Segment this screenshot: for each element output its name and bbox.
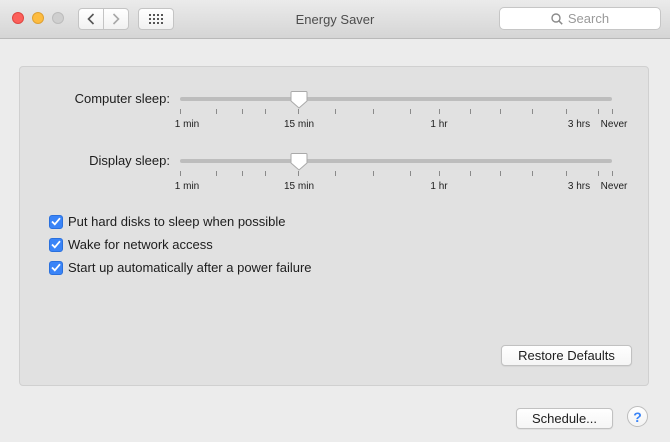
slider-tick-label: 3 hrs <box>567 181 591 192</box>
toolbar: Energy Saver Search <box>0 0 670 39</box>
slider-tick-label: 15 min <box>283 119 315 130</box>
slider-tick <box>265 109 266 114</box>
settings-panel: Computer sleep: Display sleep: Put hard … <box>19 66 649 386</box>
slider-tick <box>335 109 336 114</box>
wake-network-checkbox[interactable] <box>49 237 63 252</box>
help-icon: ? <box>633 408 642 425</box>
hard-disk-sleep-checkbox[interactable] <box>49 214 63 229</box>
search-placeholder: Search <box>567 11 610 26</box>
slider-track[interactable] <box>180 159 612 163</box>
slider-tick-label: 1 hr <box>430 119 448 130</box>
slider-tick-label: Never <box>600 119 628 130</box>
slider-tick <box>216 109 217 114</box>
slider-tick <box>335 171 336 176</box>
restore-defaults-button[interactable]: Restore Defaults <box>501 345 632 366</box>
power-failure-startup-option[interactable]: Start up automatically after a power fai… <box>49 260 312 275</box>
slider-tick <box>298 171 299 176</box>
slider-tick-label: 1 min <box>174 119 200 130</box>
hard-disk-sleep-option[interactable]: Put hard disks to sleep when possible <box>49 214 286 229</box>
slider-thumb[interactable] <box>290 90 308 109</box>
slider-tick <box>470 171 471 176</box>
slider-tick <box>298 109 299 114</box>
slider-tick <box>500 109 501 114</box>
search-field[interactable]: Search <box>499 7 661 30</box>
slider-tick <box>373 171 374 176</box>
slider-tick <box>470 109 471 114</box>
slider-thumb[interactable] <box>290 152 308 171</box>
hard-disk-sleep-label: Put hard disks to sleep when possible <box>68 214 286 229</box>
slider-tick <box>373 109 374 114</box>
slider-tick <box>180 109 181 114</box>
slider-tick-label: 3 hrs <box>567 119 591 130</box>
slider-tick <box>410 109 411 114</box>
slider-tick-label: 1 min <box>174 181 200 192</box>
slider-tick <box>532 109 533 114</box>
slider-track[interactable] <box>180 97 612 101</box>
slider-tick <box>410 171 411 176</box>
checkmark-icon <box>51 240 61 249</box>
slider-tick <box>242 109 243 114</box>
slider-tick <box>500 171 501 176</box>
slider-tick <box>612 171 613 176</box>
slider-tick <box>439 109 440 114</box>
display-sleep-label: Display sleep: <box>89 153 170 168</box>
slider-tick <box>598 109 599 114</box>
slider-tick <box>265 171 266 176</box>
power-failure-startup-label: Start up automatically after a power fai… <box>68 260 312 275</box>
wake-network-label: Wake for network access <box>68 237 213 252</box>
slider-tick <box>532 171 533 176</box>
slider-tick <box>216 171 217 176</box>
search-icon <box>551 12 563 25</box>
slider-tick-label: 1 hr <box>430 181 448 192</box>
slider-tick-label: Never <box>600 181 628 192</box>
checkmark-icon <box>51 263 61 272</box>
slider-tick <box>180 171 181 176</box>
slider-tick-label: 15 min <box>283 181 315 192</box>
checkmark-icon <box>51 217 61 226</box>
power-failure-startup-checkbox[interactable] <box>49 260 63 275</box>
slider-tick <box>598 171 599 176</box>
computer-sleep-label: Computer sleep: <box>74 91 170 106</box>
energy-saver-window: Energy Saver Search Computer sleep: Disp… <box>0 0 670 442</box>
slider-tick <box>439 171 440 176</box>
wake-network-option[interactable]: Wake for network access <box>49 237 213 252</box>
slider-tick <box>566 109 567 114</box>
slider-tick <box>612 109 613 114</box>
slider-tick <box>566 171 567 176</box>
schedule-button[interactable]: Schedule... <box>516 408 613 429</box>
help-button[interactable]: ? <box>627 406 648 427</box>
slider-tick <box>242 171 243 176</box>
